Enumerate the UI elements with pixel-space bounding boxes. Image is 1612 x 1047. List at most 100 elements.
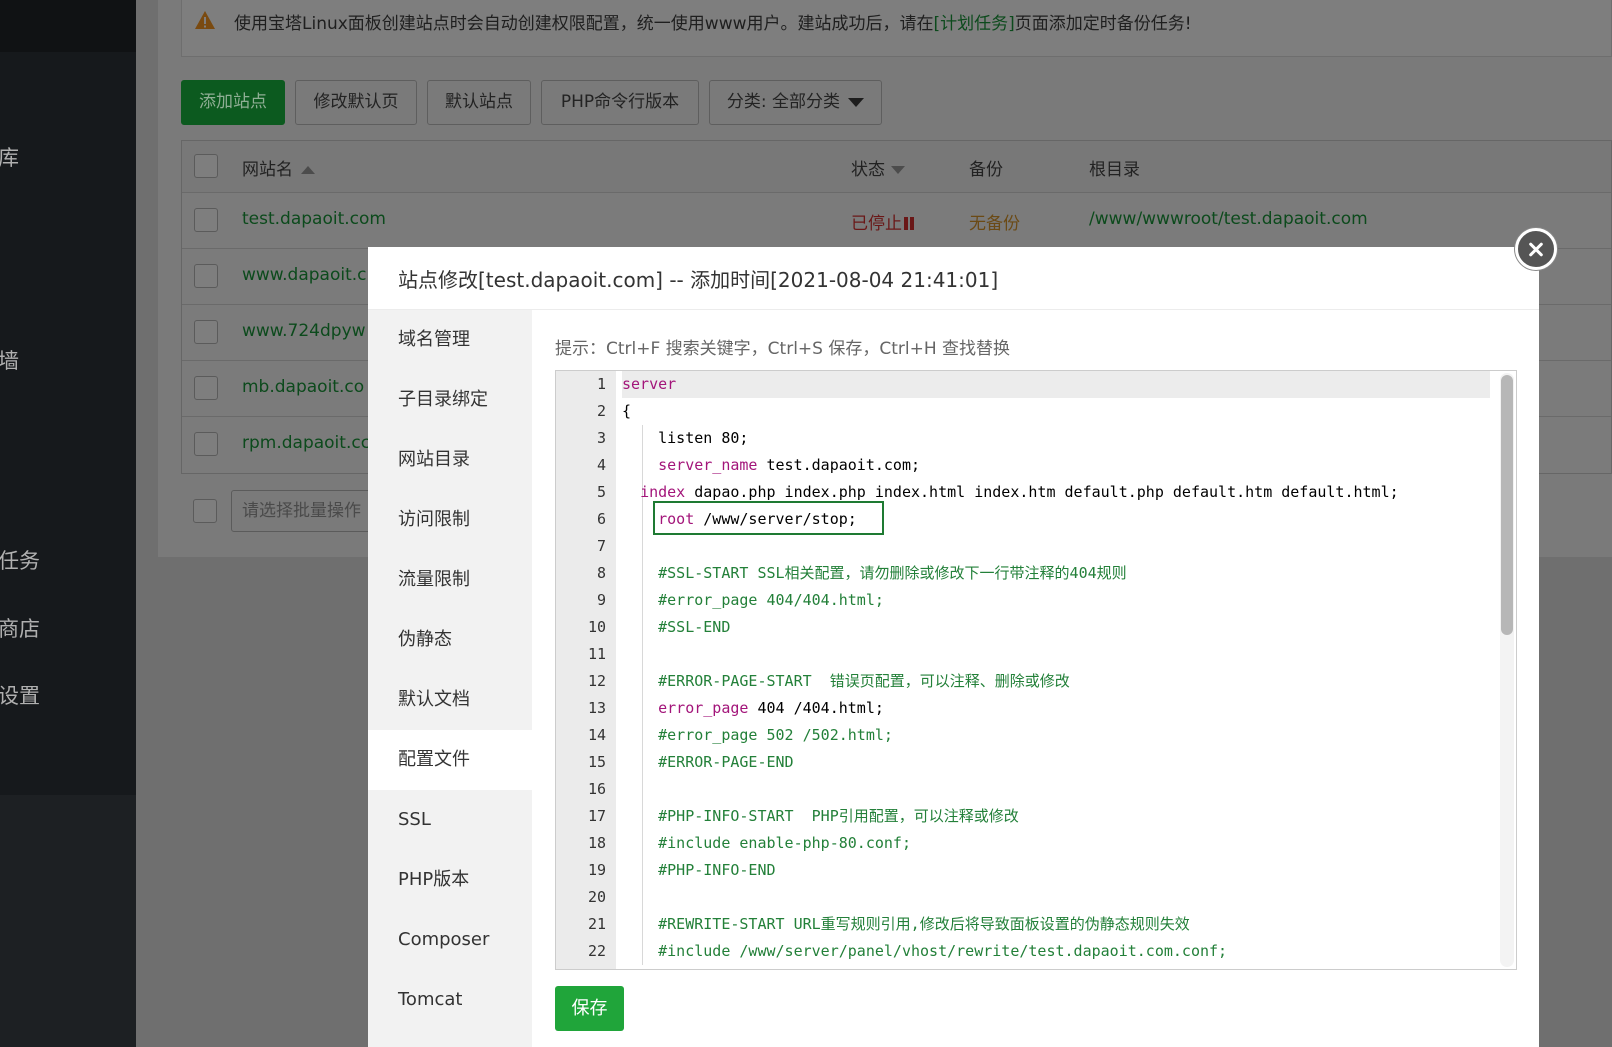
line-number: 13 <box>587 699 606 717</box>
code-line[interactable]: 4 server_name test.dapaoit.com; <box>556 452 1516 479</box>
sidebar-item-tasks[interactable]: 任务 <box>0 545 40 575</box>
code-text: server_name test.dapaoit.com; <box>622 452 1490 479</box>
code-line[interactable]: 18 #include enable-php-80.conf; <box>556 830 1516 857</box>
line-number: 10 <box>587 618 606 636</box>
code-token: 404 /404.html; <box>748 699 884 717</box>
default-site-button[interactable]: 默认站点 <box>427 80 531 125</box>
config-editor[interactable]: 1 server 2{3 listen 80; 4 server_name test.… <box>555 370 1517 970</box>
nav-item-tomcat[interactable]: Tomcat <box>368 970 532 1030</box>
code-comment: #ERROR-PAGE-END <box>622 753 794 771</box>
nav-item-domain[interactable]: 域名管理 <box>368 310 532 370</box>
save-button[interactable]: 保存 <box>555 986 624 1031</box>
column-header-name[interactable]: 网站名 <box>242 155 315 180</box>
batch-select-all-checkbox[interactable] <box>193 499 217 523</box>
category-dropdown[interactable]: 分类: 全部分类 <box>709 80 882 125</box>
nav-item-rewrite[interactable]: 伪静态 <box>368 610 532 670</box>
nav-item-config-file[interactable]: 配置文件 <box>368 730 532 790</box>
site-name-link[interactable]: www.724dpyw <box>242 321 366 341</box>
row-checkbox[interactable] <box>194 376 218 400</box>
site-name-link[interactable]: rpm.dapaoit.cc <box>242 433 370 453</box>
sidebar-item-database[interactable]: 库 <box>0 142 19 172</box>
sidebar-item-firewall[interactable]: 墙 <box>0 345 19 375</box>
close-icon[interactable] <box>1515 228 1557 270</box>
code-line[interactable]: 13 error_page 404 /404.html; <box>556 695 1516 722</box>
editor-scrollbar[interactable] <box>1500 373 1514 967</box>
code-line[interactable]: 16 <box>556 776 1516 803</box>
code-line[interactable]: 17 #PHP-INFO-START PHP引用配置，可以注释或修改 <box>556 803 1516 830</box>
editor-scroll-thumb[interactable] <box>1501 375 1513 635</box>
modal-body: 提示：Ctrl+F 搜索关键字，Ctrl+S 保存，Ctrl+H 查找替换 1s… <box>532 310 1539 1047</box>
sidebar-item-store[interactable]: 商店 <box>0 613 40 643</box>
table-header: 网站名 状态 备份 根目录 <box>182 141 1611 193</box>
nav-item-ssl[interactable]: SSL <box>368 790 532 850</box>
line-number: 5 <box>596 483 606 501</box>
row-checkbox[interactable] <box>194 320 218 344</box>
schedule-task-link[interactable]: [计划任务] <box>934 14 1015 34</box>
indent-guide <box>642 776 643 803</box>
code-line[interactable]: 1 server <box>556 371 1516 398</box>
code-line[interactable]: 14 #error_page 502 /502.html; <box>556 722 1516 749</box>
code-comment: #SSL-END <box>622 618 731 636</box>
code-line[interactable]: 9 #error_page 404/404.html; <box>556 587 1516 614</box>
nav-item-access-limit[interactable]: 访问限制 <box>368 490 532 550</box>
row-checkbox[interactable] <box>194 208 218 232</box>
add-site-button[interactable]: 添加站点 <box>181 80 285 125</box>
code-keyword: server_name <box>658 456 758 474</box>
nav-item-composer[interactable]: Composer <box>368 910 532 970</box>
code-line[interactable]: 3 listen 80; <box>556 425 1516 452</box>
nav-item-default-document[interactable]: 默认文档 <box>368 670 532 730</box>
row-checkbox[interactable] <box>194 432 218 456</box>
select-all-checkbox[interactable] <box>194 154 218 178</box>
php-cli-version-button[interactable]: PHP命令行版本 <box>541 80 699 125</box>
nav-item-site-directory[interactable]: 网站目录 <box>368 430 532 490</box>
code-lines[interactable]: 1 server 2{3 listen 80; 4 server_name test.… <box>556 371 1516 965</box>
code-comment: #include enable-php-80.conf; <box>622 834 911 852</box>
nav-item-subdirectory[interactable]: 子目录绑定 <box>368 370 532 430</box>
modal-title: 站点修改[test.dapaoit.com] -- 添加时间[2021-08-0… <box>398 268 999 292</box>
code-text: server <box>622 371 1490 398</box>
modal-nav: 域名管理 子目录绑定 网站目录 访问限制 流量限制 伪静态 默认文档 配置文件 … <box>368 310 532 1047</box>
nav-item-traffic-limit[interactable]: 流量限制 <box>368 550 532 610</box>
code-line[interactable]: 8 #SSL-START SSL相关配置，请勿删除或修改下一行带注释的404规则 <box>556 560 1516 587</box>
sidebar-item-settings[interactable]: 设置 <box>0 680 40 710</box>
notice-text: 使用宝塔Linux面板创建站点时会自动创建权限配置，统一使用www用户。建站成功… <box>234 9 1192 34</box>
site-root-link[interactable]: /www/wwwroot/test.dapaoit.com <box>1089 209 1368 229</box>
line-number: 1 <box>596 375 606 393</box>
site-name-link[interactable]: mb.dapaoit.co <box>242 377 364 397</box>
code-line[interactable]: 2{ <box>556 398 1516 425</box>
caret-down-icon <box>848 97 865 107</box>
line-number: 4 <box>596 456 606 474</box>
column-header-status[interactable]: 状态 <box>851 155 905 180</box>
code-comment: #REWRITE-START URL重写规则引用,修改后将导致面板设置的伪静态规… <box>622 915 1190 933</box>
site-name-link[interactable]: www.dapaoit.c <box>242 265 367 285</box>
site-status[interactable]: 已停止 <box>851 209 914 234</box>
code-line[interactable]: 11 <box>556 641 1516 668</box>
code-text: #ERROR-PAGE-START 错误页配置，可以注释、删除或修改 <box>622 668 1490 695</box>
nav-item-php-version[interactable]: PHP版本 <box>368 850 532 910</box>
line-number: 16 <box>587 780 606 798</box>
edit-default-page-button[interactable]: 修改默认页 <box>295 80 417 125</box>
code-comment: #include /www/server/panel/vhost/rewrite… <box>622 942 1228 960</box>
code-line[interactable]: 12 #ERROR-PAGE-START 错误页配置，可以注释、删除或修改 <box>556 668 1516 695</box>
code-text: #ERROR-PAGE-END <box>622 749 1490 776</box>
code-line[interactable]: 22 #include /www/server/panel/vhost/rewr… <box>556 938 1516 965</box>
site-name-link[interactable]: test.dapaoit.com <box>242 209 386 229</box>
modal-header: 站点修改[test.dapaoit.com] -- 添加时间[2021-08-0… <box>368 247 1539 310</box>
code-token: { <box>622 402 632 420</box>
code-line[interactable]: 7 <box>556 533 1516 560</box>
line-number: 2 <box>596 402 606 420</box>
code-comment: #error_page 502 /502.html; <box>622 726 893 744</box>
code-line[interactable]: 10 #SSL-END <box>556 614 1516 641</box>
sidebar-footer <box>0 795 136 1047</box>
code-line[interactable]: 21 #REWRITE-START URL重写规则引用,修改后将导致面板设置的伪… <box>556 911 1516 938</box>
code-line[interactable]: 15 #ERROR-PAGE-END <box>556 749 1516 776</box>
code-line[interactable]: 19 #PHP-INFO-END <box>556 857 1516 884</box>
line-number: 6 <box>596 510 606 528</box>
batch-action-select[interactable]: 请选择批量操作 <box>231 490 391 532</box>
code-line[interactable]: 20 <box>556 884 1516 911</box>
site-backup[interactable]: 无备份 <box>969 209 1020 234</box>
code-comment: #error_page 404/404.html; <box>622 591 884 609</box>
row-checkbox[interactable] <box>194 264 218 288</box>
code-text: #SSL-END <box>622 614 1490 641</box>
